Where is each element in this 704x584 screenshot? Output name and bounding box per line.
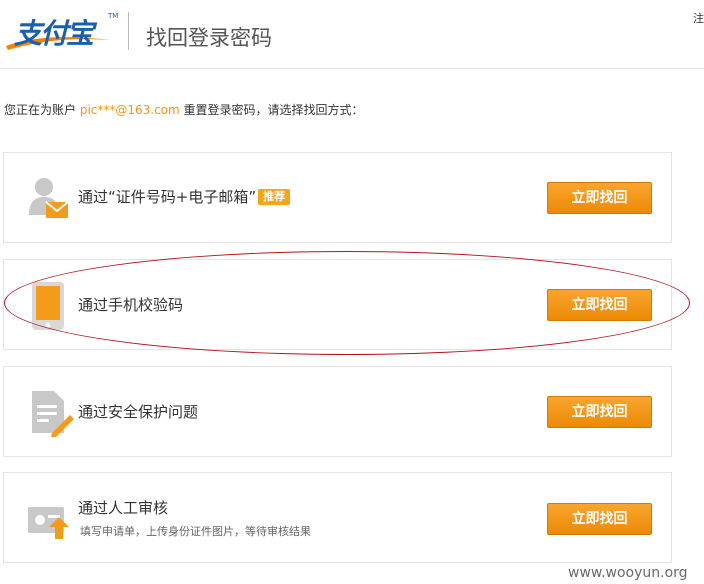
recover-now-button[interactable]: 立即找回 xyxy=(547,396,652,428)
recover-now-button[interactable]: 立即找回 xyxy=(547,289,652,321)
document-edit-icon xyxy=(26,389,74,437)
alipay-logo[interactable]: 支付宝 TM xyxy=(4,12,124,52)
recommended-badge: 推荐 xyxy=(258,189,291,205)
account-email: pic***@163.com xyxy=(79,103,180,117)
method-label: 通过“证件号码+电子邮箱” 推荐 xyxy=(78,186,291,207)
method-label: 通过安全保护问题 xyxy=(78,403,199,421)
intro-text: 您正在为账户 pic***@163.com 重置登录密码，请选择找回方式： xyxy=(4,101,364,118)
page-title: 找回登录密码 xyxy=(146,26,272,50)
id-card-upload-icon xyxy=(26,495,74,543)
method-card-mobile-code: 通过手机校验码 立即找回 xyxy=(3,259,672,350)
logo-text: 支付宝 xyxy=(14,17,94,50)
mobile-phone-icon xyxy=(26,282,74,330)
header-divider xyxy=(128,12,129,50)
method-card-security-question: 通过安全保护问题 立即找回 xyxy=(3,366,672,457)
recover-now-button[interactable]: 立即找回 xyxy=(547,182,652,214)
method-card-manual-review: 通过人工审核 填写申请单，上传身份证件图片，等待审核结果 立即找回 xyxy=(3,472,672,563)
method-label: 通过手机校验码 xyxy=(78,296,184,314)
logo-trademark: TM xyxy=(108,12,119,20)
intro-prefix: 您正在为账户 xyxy=(4,103,80,117)
method-sublabel: 填写申请单，上传身份证件图片，等待审核结果 xyxy=(80,525,311,538)
page-header: 支付宝 TM 找回登录密码 注 xyxy=(0,0,704,69)
user-mail-icon xyxy=(26,175,74,223)
method-card-id-email: 通过“证件号码+电子邮箱” 推荐 立即找回 xyxy=(3,152,672,243)
method-label-text: 通过“证件号码+电子邮箱” xyxy=(78,188,257,206)
watermark: www.wooyun.org xyxy=(568,565,688,581)
intro-suffix: 重置登录密码，请选择找回方式： xyxy=(179,103,364,117)
recover-now-button[interactable]: 立即找回 xyxy=(547,503,652,535)
method-label: 通过人工审核 xyxy=(78,499,169,517)
header-register-link[interactable]: 注 xyxy=(693,10,704,26)
